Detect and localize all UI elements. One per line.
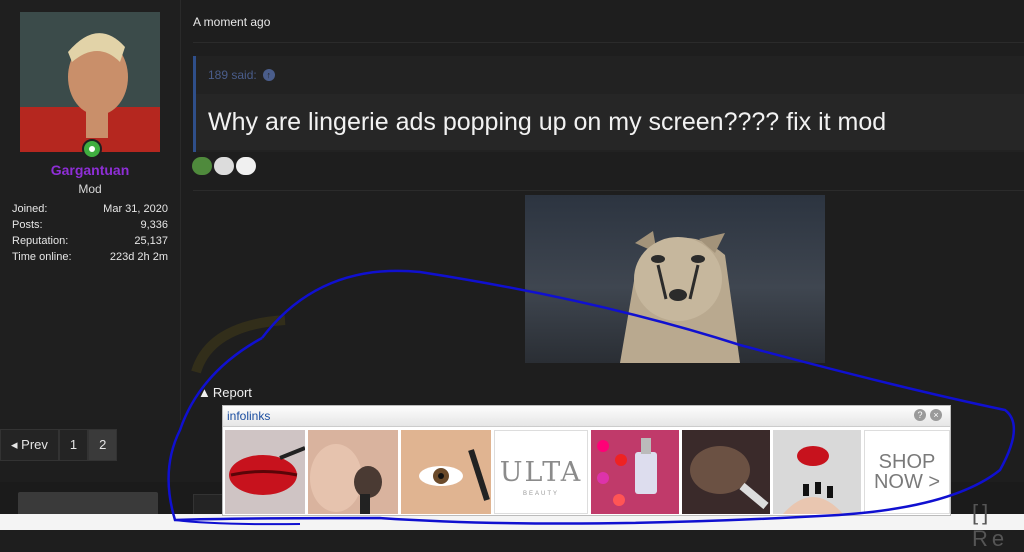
ad-tile-brush-face[interactable] [308,430,398,514]
user-sidebar: Gargantuan Mod Joined: Mar 31, 2020 Post… [0,0,181,420]
infolinks-ad[interactable]: infolinks ? × ULTA BEAUTY SHOP NOW > [222,405,951,516]
brush-face-image [310,444,382,514]
ad-tile-eye[interactable] [401,430,491,514]
stat-value: Mar 31, 2020 [103,203,168,215]
corner-text: [] Re [972,500,1009,551]
brand-name: ULTA [499,457,583,488]
cheetah-image [620,231,740,363]
stat-value: 25,137 [134,235,168,247]
stat-label: Joined: [12,203,48,215]
post-timestamp[interactable]: A moment ago [193,15,270,29]
quote-header[interactable]: 189 said: ↑ [208,68,275,82]
ad-controls: ? × [914,409,942,421]
warning-icon: ▲ [198,385,211,400]
shop-now-button[interactable]: SHOP NOW > [864,430,950,514]
prev-page-button[interactable]: ◂ Prev [0,429,59,461]
ad-tile-lips[interactable] [225,430,305,514]
quote-author[interactable]: 189 said: [208,68,257,82]
online-status-icon [82,139,102,159]
stat-value: 223d 2h 2m [109,251,168,263]
prev-label: Prev [21,437,48,452]
ad-tile-lipsticks[interactable] [591,430,679,514]
caret-left-icon: ◂ [11,437,18,452]
user-role: Mod [78,182,102,196]
stat-posts: Posts: 9,336 [12,217,168,233]
report-link[interactable]: ▲ Report [198,385,252,400]
divider [193,42,1024,43]
lips-image [229,446,305,495]
stat-reputation: Reputation: 25,137 [12,233,168,249]
stat-label: Reputation: [12,235,69,247]
frog-emoji-icon [192,157,212,175]
stat-time-online: Time online: 223d 2h 2m [12,249,168,265]
pagination: ◂ Prev 1 2 [0,429,118,461]
jump-to-quote-icon[interactable]: ↑ [262,69,275,81]
page-1-button[interactable]: 1 [58,429,89,461]
ad-tiles: ULTA BEAUTY SHOP NOW > [225,430,950,514]
ad-header: infolinks ? × [223,406,950,427]
eyes-emoji-icon [236,157,256,175]
eye-image [419,449,490,501]
stat-label: Posts: [12,219,43,231]
avatar-image [20,12,160,152]
page-bottom-bar [0,514,1024,530]
brand-sub: BEAUTY [522,491,559,497]
powder-brush-image [690,446,769,510]
stat-joined: Joined: Mar 31, 2020 [12,201,168,217]
stat-value: 9,336 [140,219,168,231]
quote-text: Why are lingerie ads popping up on my sc… [208,108,887,136]
nails-image [783,446,843,514]
ad-tile-ulta[interactable]: ULTA BEAUTY [494,430,588,514]
frog-eyes-emoji-icon [214,157,234,175]
cheetah-gif[interactable] [525,195,825,363]
avatar[interactable] [20,12,160,152]
stat-label: Time online: [12,251,72,263]
divider [193,190,1024,191]
lipsticks-image [597,438,657,506]
ad-close-icon[interactable]: × [930,409,942,421]
shop-now-line-2: NOW > [873,471,941,493]
emoji-row [192,157,256,175]
quote-block: 189 said: ↑ Why are lingerie ads popping… [193,56,1024,152]
ad-logo[interactable]: infolinks [227,409,270,423]
shop-now-line-1: SHOP [878,451,936,473]
report-label: Report [212,385,252,400]
page-2-button[interactable]: 2 [88,429,118,461]
ad-tile-nails[interactable] [773,430,861,514]
username[interactable]: Gargantuan [0,162,180,178]
shop-now-text: SHOP NOW > [874,452,940,492]
user-stats: Joined: Mar 31, 2020 Posts: 9,336 Reputa… [12,201,168,265]
ad-tile-powder-brush[interactable] [682,430,770,514]
ad-help-icon[interactable]: ? [914,409,926,421]
